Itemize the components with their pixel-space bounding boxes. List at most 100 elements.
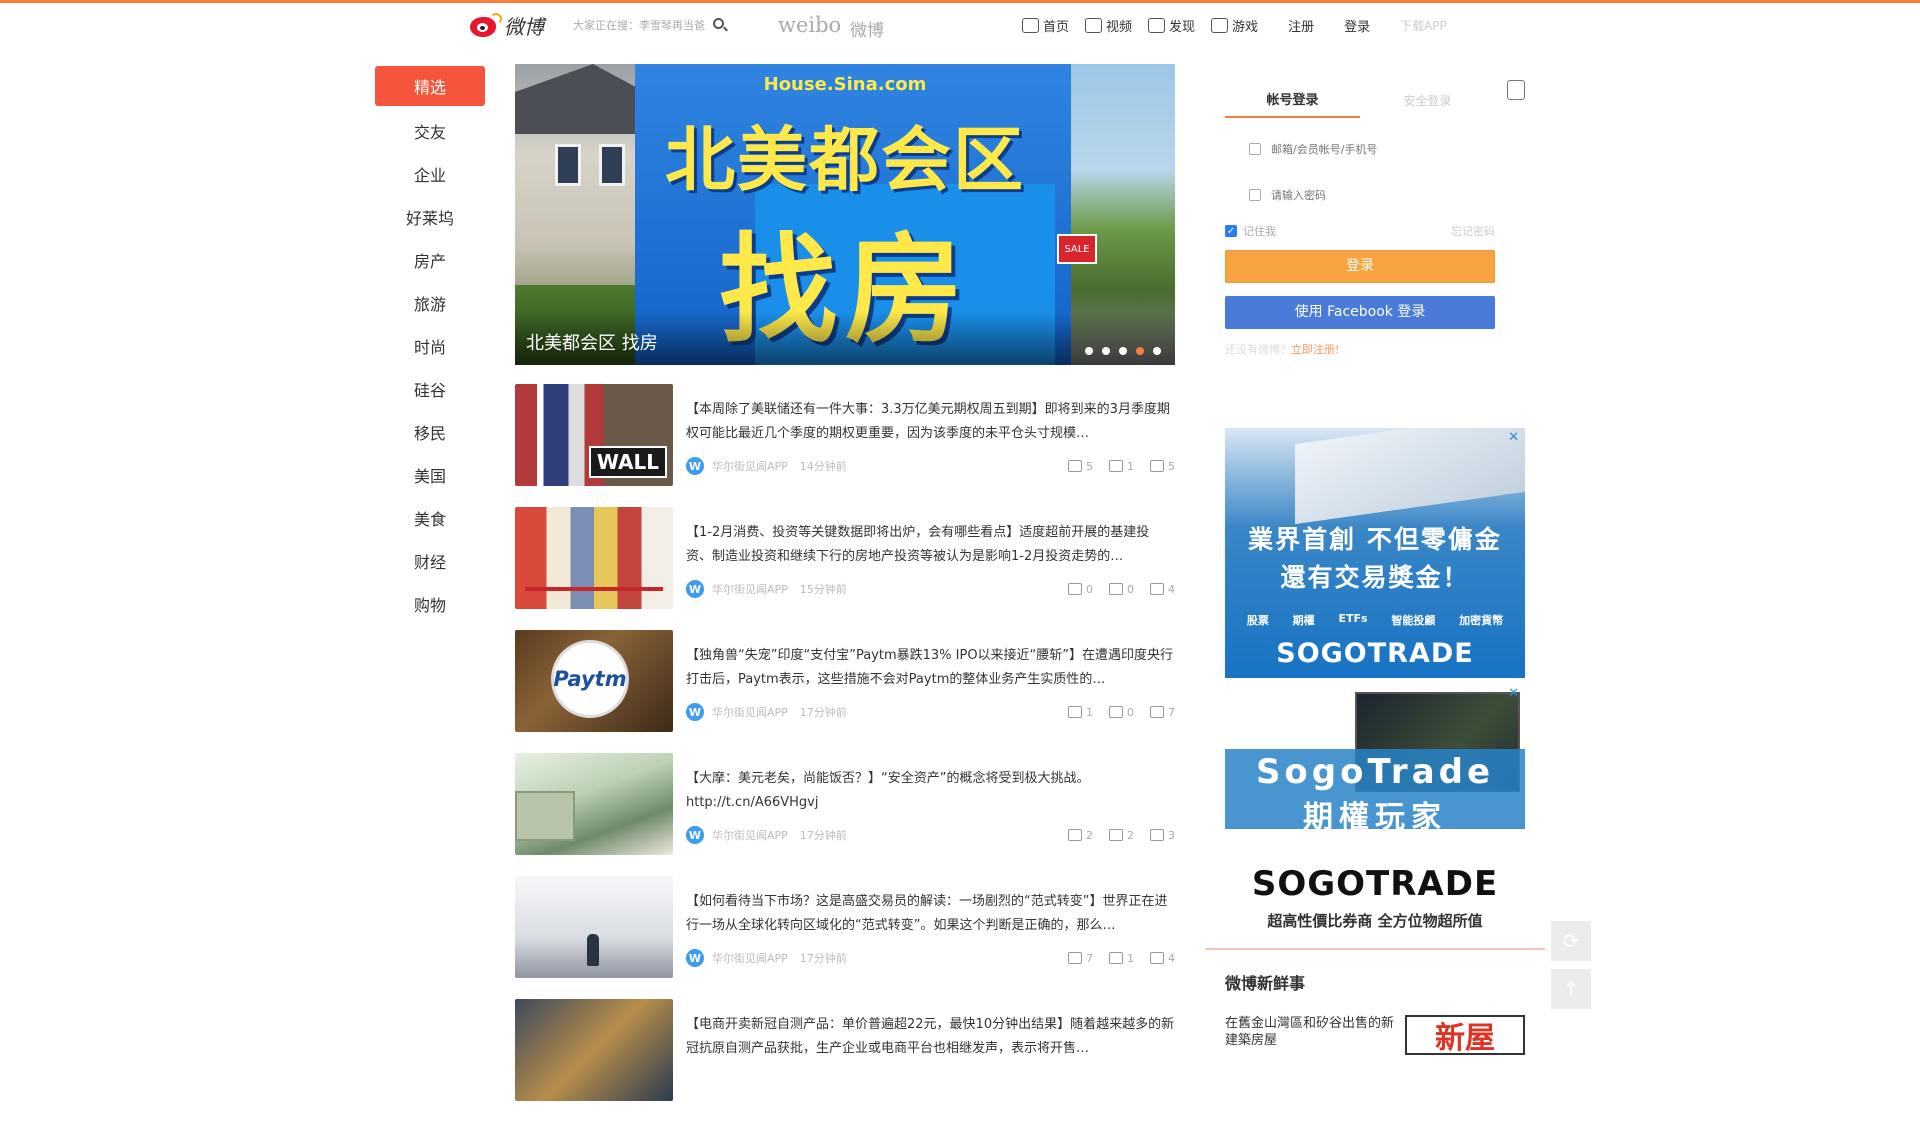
password-input[interactable] [1271, 188, 1491, 202]
user-icon [1249, 143, 1261, 155]
remember-checkbox[interactable]: ✓ [1225, 225, 1237, 237]
fresh-item-text[interactable]: 在舊金山灣區和矽谷出售的新建築房屋 [1225, 1015, 1395, 1049]
menu-item-immigration[interactable]: 移民 [375, 410, 485, 453]
source-avatar-icon[interactable]: W [686, 703, 704, 721]
carousel-dot[interactable] [1153, 347, 1161, 355]
feed-card[interactable]: 【大摩：美元老矣，尚能饭否？】“安全资产”的概念将受到极大挑战。 http://… [515, 753, 1175, 876]
carousel-dot[interactable] [1102, 347, 1110, 355]
refresh-button[interactable]: ⟳ [1551, 921, 1591, 961]
register-now-link[interactable]: 立即注册! [1291, 343, 1339, 356]
carousel-dot[interactable] [1119, 347, 1127, 355]
ad-close-icon[interactable]: ✕ [1508, 686, 1519, 701]
fresh-item-image[interactable]: 新屋 [1405, 1015, 1525, 1055]
hero-banner[interactable]: SALE House.Sina.com 北美都会区 找房 北美都会区 找房 [515, 64, 1175, 365]
feed-thumbnail[interactable]: Paytm [515, 630, 673, 732]
banner-caption[interactable]: 北美都会区 找房 [526, 329, 658, 355]
source-avatar-icon[interactable]: W [686, 457, 704, 475]
feed-card[interactable]: WALL 【本周除了美联储还有一件大事：3.3万亿美元期权周五到期】即将到来的3… [515, 384, 1175, 507]
login-button[interactable]: 登录 [1225, 250, 1495, 283]
feed-card[interactable]: 【1-2月消费、投资等关键数据即将出炉，会有哪些看点】适度超前开展的基建投资、制… [515, 507, 1175, 630]
feed-meta: W 华尔街见闻APP 17分钟前 1 0 7 [686, 702, 1175, 722]
feed-text[interactable]: 【1-2月消费、投资等关键数据即将出炉，会有哪些看点】适度超前开展的基建投资、制… [686, 521, 1175, 569]
share-count: 5 [1086, 459, 1093, 473]
feed-source[interactable]: 华尔街见闻APP [712, 704, 788, 720]
nav-video[interactable]: 视频 [1085, 16, 1132, 35]
weibo-logo[interactable]: 微博 [470, 11, 544, 40]
fresh-item[interactable]: 在舊金山灣區和矽谷出售的新建築房屋 新屋 [1225, 1015, 1525, 1055]
feed-thumbnail[interactable] [515, 507, 673, 609]
comment-button[interactable]: 0 [1109, 583, 1134, 596]
feed-source[interactable]: 华尔街见闻APP [712, 827, 788, 843]
like-button[interactable]: 7 [1150, 706, 1175, 719]
comment-button[interactable]: 2 [1109, 829, 1134, 842]
feed-source[interactable]: 华尔街见闻APP [712, 581, 788, 597]
username-field[interactable] [1225, 126, 1525, 172]
nav-home[interactable]: 首页 [1022, 16, 1069, 35]
like-button[interactable]: 3 [1150, 829, 1175, 842]
carousel-dot-active[interactable] [1136, 347, 1144, 355]
hot-search-text[interactable]: 大家正在搜：李雪琴再当爸 [573, 17, 705, 33]
feed-text[interactable]: 【大摩：美元老矣，尚能饭否？】“安全资产”的概念将受到极大挑战。 http://… [686, 767, 1175, 815]
share-button[interactable]: 2 [1068, 829, 1093, 842]
share-button[interactable]: 1 [1068, 706, 1093, 719]
forgot-password-link[interactable]: 忘记密码 [1451, 223, 1495, 239]
feed-thumbnail[interactable]: WALL [515, 384, 673, 486]
feed-text[interactable]: 【电商开卖新冠自测产品：单价普遍超22元，最快10分钟出结果】随着越来越多的新冠… [686, 1013, 1175, 1061]
ad-banner-sogotrade-2[interactable]: ✕ SogoTrade 期權玩家 SOGOTRADE 超高性價比券商 全方位物超… [1225, 684, 1525, 934]
share-button[interactable]: 7 [1068, 952, 1093, 965]
ad-banner-sogotrade-1[interactable]: ✕ 業界首創 不但零傭金 還有交易獎金！ 股票 期權 ETFs 智能投顧 加密貨… [1225, 428, 1525, 678]
menu-item-finance[interactable]: 财经 [375, 539, 485, 582]
tab-account-login[interactable]: 帐号登录 [1225, 86, 1360, 118]
download-app-link[interactable]: 下载APP [1400, 17, 1447, 34]
share-button[interactable]: 0 [1068, 583, 1093, 596]
source-avatar-icon[interactable]: W [686, 826, 704, 844]
discover-icon [1148, 18, 1166, 33]
feed-source[interactable]: 华尔街见闻APP [712, 458, 788, 474]
like-button[interactable]: 4 [1150, 952, 1175, 965]
feed-text[interactable]: 【独角兽“失宠”印度“支付宝”Paytm暴跌13% IPO以来接近“腰斩”】在遭… [686, 644, 1175, 692]
search-icon[interactable] [713, 17, 728, 33]
menu-item-silicon-valley[interactable]: 硅谷 [375, 367, 485, 410]
nav-game[interactable]: 游戏 [1211, 16, 1258, 35]
hot-search[interactable]: 大家正在搜：李雪琴再当爸 [573, 17, 728, 33]
menu-item-fashion[interactable]: 时尚 [375, 324, 485, 367]
menu-item-dating[interactable]: 交友 [375, 109, 485, 152]
username-input[interactable] [1271, 142, 1491, 156]
like-button[interactable]: 5 [1150, 460, 1175, 473]
login-link[interactable]: 登录 [1344, 16, 1370, 35]
source-avatar-icon[interactable]: W [686, 580, 704, 598]
menu-item-usa[interactable]: 美国 [375, 453, 485, 496]
feed-source[interactable]: 华尔街见闻APP [712, 950, 788, 966]
feed-thumbnail[interactable] [515, 876, 673, 978]
menu-item-featured[interactable]: 精选 [375, 66, 485, 106]
feed-text[interactable]: 【如何看待当下市场？这是高盛交易员的解读：一场剧烈的“范式转变”】世界正在进行一… [686, 890, 1175, 938]
feed-card[interactable]: 【电商开卖新冠自测产品：单价普遍超22元，最快10分钟出结果】随着越来越多的新冠… [515, 999, 1175, 1122]
share-button[interactable]: 5 [1068, 460, 1093, 473]
password-field[interactable] [1225, 172, 1525, 218]
menu-item-food[interactable]: 美食 [375, 496, 485, 539]
like-button[interactable]: 4 [1150, 583, 1175, 596]
comment-button[interactable]: 1 [1109, 952, 1134, 965]
feed-thumbnail[interactable] [515, 753, 673, 855]
menu-item-shopping[interactable]: 购物 [375, 582, 485, 625]
register-link[interactable]: 注册 [1288, 16, 1314, 35]
back-to-top-button[interactable]: ↑ [1551, 969, 1591, 1009]
menu-item-hollywood[interactable]: 好莱坞 [375, 195, 485, 238]
source-avatar-icon[interactable]: W [686, 949, 704, 967]
facebook-login-button[interactable]: 使用 Facebook 登录 [1225, 296, 1495, 329]
carousel-dot[interactable] [1085, 347, 1093, 355]
feed-thumbnail[interactable] [515, 999, 673, 1101]
comment-button[interactable]: 1 [1109, 460, 1134, 473]
menu-item-realestate[interactable]: 房产 [375, 238, 485, 281]
qr-login-icon[interactable] [1507, 80, 1525, 100]
feed-card[interactable]: Paytm 【独角兽“失宠”印度“支付宝”Paytm暴跌13% IPO以来接近“… [515, 630, 1175, 753]
ad-close-icon[interactable]: ✕ [1508, 430, 1519, 445]
menu-item-business[interactable]: 企业 [375, 152, 485, 195]
comment-button[interactable]: 0 [1109, 706, 1134, 719]
menu-item-travel[interactable]: 旅游 [375, 281, 485, 324]
feed-card[interactable]: 【如何看待当下市场？这是高盛交易员的解读：一场剧烈的“范式转变”】世界正在进行一… [515, 876, 1175, 999]
tab-secure-login[interactable]: 安全登录 [1360, 86, 1495, 126]
ad-line-1: 業界首創 不但零傭金 [1248, 525, 1502, 554]
nav-discover[interactable]: 发现 [1148, 16, 1195, 35]
feed-text[interactable]: 【本周除了美联储还有一件大事：3.3万亿美元期权周五到期】即将到来的3月季度期权… [686, 398, 1175, 446]
